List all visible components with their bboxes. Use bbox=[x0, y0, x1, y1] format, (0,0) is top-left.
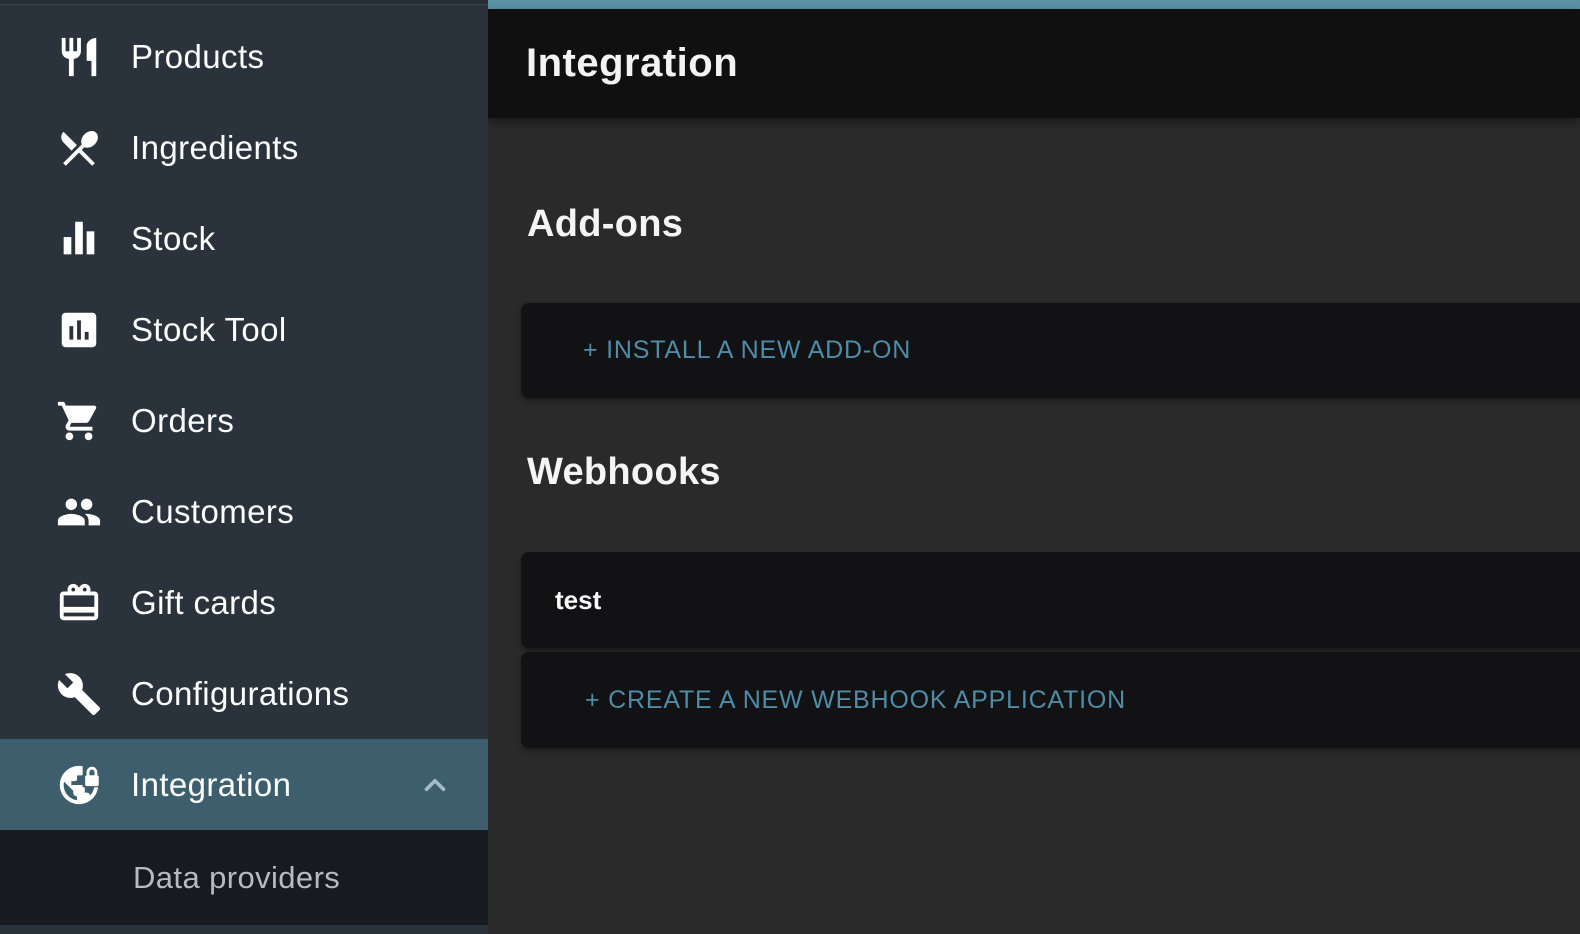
chevron-up-icon[interactable] bbox=[418, 768, 452, 802]
sidebar-item-integration[interactable]: Integration bbox=[0, 739, 488, 830]
sidebar-item-orders[interactable]: Orders bbox=[0, 375, 488, 466]
install-addon-button[interactable]: + INSTALL A NEW ADD-ON bbox=[521, 336, 911, 365]
sidebar-nav: Products Ingredients Stock Stock Tool bbox=[0, 11, 488, 925]
sidebar-item-ingredients[interactable]: Ingredients bbox=[0, 102, 488, 193]
restaurant-icon bbox=[56, 34, 102, 80]
page-title: Integration bbox=[526, 41, 738, 86]
page-header: Integration bbox=[488, 9, 1580, 118]
sidebar-item-label: Configurations bbox=[131, 675, 349, 713]
sidebar-item-label: Orders bbox=[131, 402, 234, 440]
bar-chart-icon bbox=[56, 216, 102, 262]
sidebar-item-gift-cards[interactable]: Gift cards bbox=[0, 557, 488, 648]
sidebar-item-label: Ingredients bbox=[131, 129, 299, 167]
sidebar-item-label: Integration bbox=[131, 766, 291, 804]
create-webhook-button[interactable]: + CREATE A NEW WEBHOOK APPLICATION bbox=[521, 686, 1126, 715]
sidebar-top-divider bbox=[0, 0, 488, 5]
top-accent-bar bbox=[488, 0, 1580, 9]
webhooks-section-heading: Webhooks bbox=[527, 451, 721, 494]
sidebar-item-label: Customers bbox=[131, 493, 294, 531]
sidebar-item-stock[interactable]: Stock bbox=[0, 193, 488, 284]
restaurant-menu-icon bbox=[56, 125, 102, 171]
globe-lock-icon bbox=[56, 762, 102, 808]
sidebar-item-label: Stock Tool bbox=[131, 311, 287, 349]
sidebar-item-products[interactable]: Products bbox=[0, 11, 488, 102]
webhook-app-name: test bbox=[521, 585, 601, 616]
sidebar-item-configurations[interactable]: Configurations bbox=[0, 648, 488, 739]
people-icon bbox=[56, 489, 102, 535]
integration-submenu: Data providers bbox=[0, 830, 488, 925]
sidebar-subitem-data-providers[interactable]: Data providers bbox=[0, 830, 488, 925]
sidebar-item-label: Stock bbox=[131, 220, 216, 258]
create-webhook-card: + CREATE A NEW WEBHOOK APPLICATION bbox=[521, 652, 1580, 748]
sidebar-item-stock-tool[interactable]: Stock Tool bbox=[0, 284, 488, 375]
webhook-app-row[interactable]: test bbox=[521, 552, 1580, 648]
sidebar-item-label: Products bbox=[131, 38, 264, 76]
install-addon-card: + INSTALL A NEW ADD-ON bbox=[521, 303, 1580, 398]
gift-card-icon bbox=[56, 580, 102, 626]
sidebar-subitem-label: Data providers bbox=[133, 860, 340, 896]
assessment-icon bbox=[56, 307, 102, 353]
addons-section-heading: Add-ons bbox=[527, 203, 683, 246]
shopping-cart-icon bbox=[56, 398, 102, 444]
sidebar-item-customers[interactable]: Customers bbox=[0, 466, 488, 557]
sidebar: Products Ingredients Stock Stock Tool bbox=[0, 0, 488, 934]
app-window: Products Ingredients Stock Stock Tool bbox=[0, 0, 1580, 934]
wrench-icon bbox=[56, 671, 102, 717]
main-content: Integration Add-ons + INSTALL A NEW ADD-… bbox=[488, 0, 1580, 934]
sidebar-item-label: Gift cards bbox=[131, 584, 276, 622]
